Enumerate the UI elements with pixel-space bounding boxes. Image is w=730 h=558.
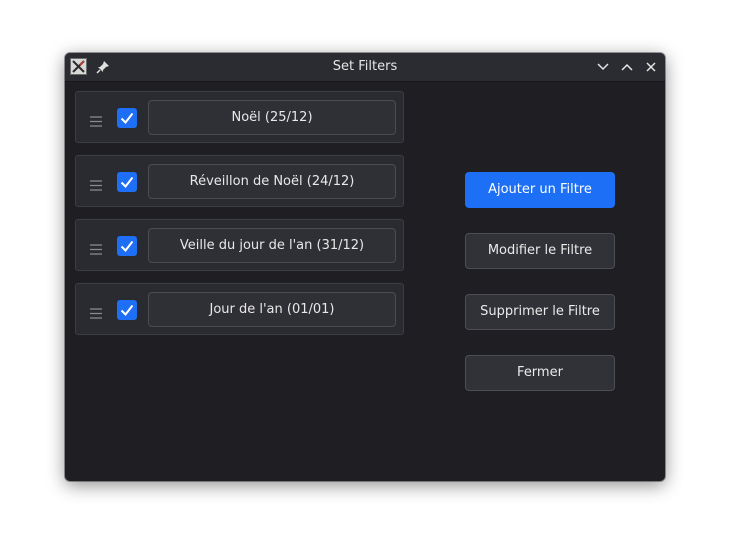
checkmark-icon [120, 176, 134, 189]
filter-checkbox[interactable] [117, 236, 137, 256]
filter-checkbox[interactable] [117, 172, 137, 192]
filter-name-button[interactable]: Réveillon de Noël (24/12) [148, 164, 396, 199]
window-title: Set Filters [332, 59, 398, 74]
filter-checkbox[interactable] [117, 300, 137, 320]
delete-filter-button[interactable]: Supprimer le Filtre [465, 294, 615, 330]
chevron-down-icon [597, 63, 609, 71]
maximize-button[interactable] [619, 59, 635, 75]
drag-handle-icon[interactable] [90, 304, 102, 319]
filter-name-button[interactable]: Jour de l'an (01/01) [148, 292, 396, 327]
filter-row: Veille du jour de l'an (31/12) [75, 219, 404, 271]
filter-row: Jour de l'an (01/01) [75, 283, 404, 335]
edit-filter-button[interactable]: Modifier le Filtre [465, 233, 615, 269]
drag-handle-icon[interactable] [90, 176, 102, 191]
filter-name-button[interactable]: Veille du jour de l'an (31/12) [148, 228, 396, 263]
filter-name-button[interactable]: Noël (25/12) [148, 100, 396, 135]
chevron-up-icon [621, 63, 633, 71]
checkmark-icon [120, 240, 134, 253]
checkmark-icon [120, 112, 134, 125]
drag-handle-icon[interactable] [90, 112, 102, 127]
checkmark-icon [120, 304, 134, 317]
close-icon [646, 62, 656, 72]
set-filters-window: Set Filters Noël (25/12) Réveillon de No… [65, 53, 665, 481]
filter-row: Réveillon de Noël (24/12) [75, 155, 404, 207]
add-filter-button[interactable]: Ajouter un Filtre [465, 172, 615, 208]
filter-checkbox[interactable] [117, 108, 137, 128]
close-button[interactable]: Fermer [465, 355, 615, 391]
minimize-button[interactable] [595, 59, 611, 75]
title-bar[interactable]: Set Filters [65, 53, 665, 82]
close-window-button[interactable] [643, 59, 659, 75]
drag-handle-icon[interactable] [90, 240, 102, 255]
filter-row: Noël (25/12) [75, 91, 404, 143]
